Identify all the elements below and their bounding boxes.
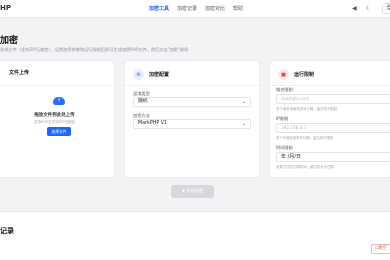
lock-icon: ■ xyxy=(278,69,289,80)
ip-limit-placeholder: 192.168.0.1 xyxy=(281,125,307,130)
app-logo[interactable]: HP xyxy=(0,4,11,12)
chevron-down-icon: ⌄ xyxy=(241,99,246,105)
domain-limit-label: 域名限制 xyxy=(276,87,293,92)
upload-card-header: 文件上传 xyxy=(9,69,29,76)
page-description: 选择文件（支持ZIP压缩包），设置加密参数和运行限制后即可生成加密PHP文件。然… xyxy=(0,47,189,52)
ip-limit-hint: 多个IP请使用逗号分隔，留空则不限制 xyxy=(276,136,334,140)
ip-limit-label: IP限制 xyxy=(276,116,289,121)
limit-card-header: ■ 运行限制 xyxy=(278,69,314,80)
card-divider xyxy=(0,85,114,86)
config-card: ⚙ 加密配置 混淆类型 随机 ⌄ 加密方法 MarkPHP V1 ⌄ xyxy=(124,60,260,178)
page-title: 加密 xyxy=(0,36,19,46)
clear-records-button[interactable]: ▫清空 xyxy=(371,244,390,254)
upload-card-title: 文件上传 xyxy=(9,70,30,76)
notification-icon[interactable]: ◀ xyxy=(352,5,357,12)
time-limit-date-input[interactable]: 年 /月/日 xyxy=(276,152,390,162)
config-card-header: ⚙ 加密配置 xyxy=(133,69,169,80)
records-title: 记录 xyxy=(0,227,14,235)
nav-link-help[interactable]: 帮助 xyxy=(233,5,243,12)
drop-zone-hint: 支持PHP文件或ZIP压缩包 xyxy=(33,120,76,124)
card-divider xyxy=(270,85,390,86)
start-encrypt-label: 开始加密 xyxy=(186,189,204,194)
limit-card: ■ 运行限制 域名限制 example.com 多个域名请使用逗号分隔，留空则不… xyxy=(269,60,390,178)
start-encrypt-button[interactable]: ▪ 开始加密 xyxy=(171,185,214,198)
user-button[interactable]: 登 xyxy=(382,3,390,14)
card-divider xyxy=(125,85,259,86)
time-limit-label: 时间限制 xyxy=(276,145,293,150)
page: HP 加密工具 加密记录 加密对比 帮助 ◀ ☾ 登 加密 选择文件（支持ZIP… xyxy=(0,0,390,260)
upload-drop-zone[interactable]: ↑ 拖放文件到此处上传 支持PHP文件或ZIP压缩包 选择文件 xyxy=(3,91,106,169)
encrypt-method-value: MarkPHP V1 xyxy=(138,121,168,126)
obfuscation-type-value: 随机 xyxy=(138,99,148,104)
theme-toggle-icon[interactable]: ☾ xyxy=(366,5,371,12)
nav-links: 加密工具 加密记录 加密对比 帮助 xyxy=(149,5,243,12)
time-limit-value: 年 /月/日 xyxy=(281,154,301,160)
limit-card-title: 运行限制 xyxy=(294,72,315,78)
nav-link-encrypt-records[interactable]: 加密记录 xyxy=(177,5,197,12)
gear-icon: ⚙ xyxy=(133,69,144,80)
obfuscation-type-select[interactable]: 随机 ⌄ xyxy=(133,97,251,107)
domain-limit-placeholder: example.com xyxy=(281,96,310,101)
domain-limit-input[interactable]: example.com xyxy=(276,94,390,104)
records-section xyxy=(0,211,390,260)
time-limit-hint: 设置文件的过期时间，留空则永不过期 xyxy=(276,165,334,169)
clear-records-label: 清空 xyxy=(377,246,387,251)
domain-limit-hint: 多个域名请使用逗号分隔，留空则不限制 xyxy=(276,107,338,111)
top-nav: HP 加密工具 加密记录 加密对比 帮助 ◀ ☾ 登 xyxy=(0,0,390,18)
chevron-down-icon: ⌄ xyxy=(241,121,246,127)
ip-limit-input[interactable]: 192.168.0.1 xyxy=(276,123,390,133)
drop-zone-title: 拖放文件到此处上传 xyxy=(34,113,75,118)
config-card-title: 加密配置 xyxy=(149,72,170,78)
upload-card: 文件上传 ↑ 拖放文件到此处上传 支持PHP文件或ZIP压缩包 选择文件 xyxy=(0,60,115,178)
nav-link-encrypt-tool[interactable]: 加密工具 xyxy=(149,5,169,12)
encrypt-method-select[interactable]: MarkPHP V1 ⌄ xyxy=(133,119,251,129)
cloud-upload-icon: ↑ xyxy=(53,97,65,105)
select-file-button[interactable]: 选择文件 xyxy=(47,127,71,136)
nav-link-encrypt-compare[interactable]: 加密对比 xyxy=(205,5,225,12)
